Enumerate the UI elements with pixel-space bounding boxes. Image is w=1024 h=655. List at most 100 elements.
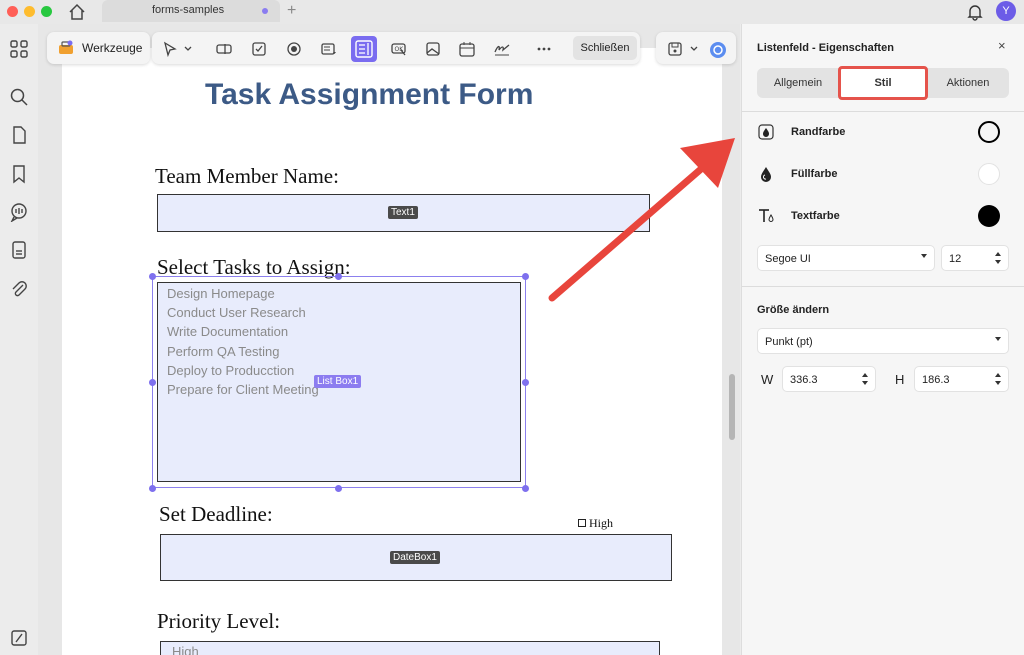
height-stepper[interactable]: 186.3	[914, 366, 1009, 392]
date-field-tool-icon[interactable]	[456, 38, 478, 60]
resize-handle-bottom-right[interactable]	[522, 485, 529, 492]
resize-handle-top-right[interactable]	[522, 273, 529, 280]
priority-dropdown-field[interactable]	[160, 641, 660, 655]
text-color-label: Textfarbe	[791, 210, 840, 222]
chevron-down-icon[interactable]	[180, 38, 194, 60]
text1-tag: Text1	[388, 206, 418, 219]
font-size-stepper[interactable]: 12	[941, 245, 1009, 271]
maximize-window-button[interactable]	[41, 6, 52, 17]
close-form-editing-button[interactable]: Schließen	[573, 36, 637, 60]
toolbox-icon	[57, 39, 75, 57]
resize-handle-top[interactable]	[335, 273, 342, 280]
deadline-label: Set Deadline:	[159, 502, 273, 526]
stepper-down-icon[interactable]	[862, 381, 868, 385]
text-color-row: Textfarbe	[757, 205, 1012, 229]
border-color-row: Randfarbe	[757, 121, 1012, 145]
fill-color-swatch[interactable]	[978, 163, 1000, 185]
button-tool-icon[interactable]: OK	[388, 38, 410, 60]
save-chevron-down-icon[interactable]	[686, 38, 698, 60]
new-tab-button[interactable]: +	[287, 2, 296, 20]
tab-general[interactable]: Allgemein	[757, 68, 839, 98]
panel-title: Listenfeld - Eigenschaften	[757, 42, 894, 54]
list-item[interactable]: Design Homepage	[167, 286, 275, 301]
resize-handle-top-left[interactable]	[149, 273, 156, 280]
priority-level-label: Priority Level:	[157, 609, 281, 633]
border-color-swatch[interactable]	[978, 121, 1000, 143]
tools-button[interactable]: Werkzeuge	[47, 32, 150, 64]
thumbnails-grid-icon[interactable]	[9, 39, 29, 59]
more-options-icon[interactable]	[533, 38, 555, 60]
resize-handle-left[interactable]	[149, 379, 156, 386]
team-member-label: Team Member Name:	[155, 164, 339, 188]
high-checkbox-label: High	[589, 516, 613, 530]
font-size-value: 12	[949, 253, 962, 265]
ai-assistant-icon[interactable]	[706, 38, 728, 60]
close-window-button[interactable]	[7, 6, 18, 17]
red-arrow-annotation	[548, 138, 735, 302]
list-item[interactable]: Write Documentation	[167, 324, 288, 339]
page-icon[interactable]	[9, 125, 29, 145]
document-scrollbar[interactable]	[729, 374, 735, 440]
attachment-icon[interactable]	[9, 279, 29, 299]
form-title: Task Assignment Form	[205, 78, 534, 111]
home-icon[interactable]	[66, 1, 88, 23]
border-color-icon	[757, 123, 775, 141]
height-label: H	[895, 372, 905, 387]
list-item[interactable]: Deploy to Producction	[167, 363, 294, 378]
form-fields-icon[interactable]	[9, 240, 29, 260]
list-item[interactable]: Prepare for Client Meeting	[167, 382, 319, 397]
search-icon[interactable]	[9, 87, 29, 107]
stepper-down-icon[interactable]	[995, 381, 1001, 385]
fill-color-icon	[757, 165, 775, 183]
image-field-tool-icon[interactable]	[422, 38, 444, 60]
list-item[interactable]: Conduct User Research	[167, 305, 306, 320]
tab-actions[interactable]: Aktionen	[927, 68, 1009, 98]
unsaved-dot-icon	[262, 8, 268, 14]
unit-select[interactable]: Punkt (pt)	[757, 328, 1009, 354]
tab-style[interactable]: Stil	[838, 66, 928, 100]
select-pointer-icon[interactable]	[159, 38, 181, 60]
notification-bell-icon[interactable]	[965, 2, 985, 22]
text-color-icon	[757, 207, 775, 225]
document-tab[interactable]: forms-samples	[102, 0, 280, 22]
user-avatar[interactable]: Y	[996, 1, 1016, 21]
border-color-label: Randfarbe	[791, 126, 846, 138]
fill-color-label: Füllfarbe	[791, 168, 838, 180]
stepper-up-icon[interactable]	[995, 373, 1001, 377]
high-checkbox[interactable]: High	[578, 516, 613, 531]
properties-panel: Listenfeld - Eigenschaften × Allgemein S…	[741, 24, 1024, 655]
priority-value: High	[172, 644, 199, 655]
list-box-tool-icon[interactable]	[351, 36, 377, 62]
sidebar-settings-icon[interactable]	[9, 628, 29, 648]
save-icon[interactable]	[664, 38, 686, 60]
text-field-tool-icon[interactable]	[213, 38, 235, 60]
form-toolbar: OK Schließen	[152, 32, 640, 64]
resize-handle-right[interactable]	[522, 379, 529, 386]
right-toolbar	[656, 32, 736, 64]
stepper-down-icon[interactable]	[995, 260, 1001, 264]
checkbox-square-icon[interactable]	[578, 519, 586, 527]
stepper-up-icon[interactable]	[995, 252, 1001, 256]
resize-handle-bottom[interactable]	[335, 485, 342, 492]
close-panel-icon[interactable]: ×	[998, 38, 1006, 53]
window-titlebar: forms-samples + Y	[0, 0, 1024, 24]
comment-icon[interactable]	[9, 202, 29, 223]
font-family-value: Segoe UI	[765, 253, 811, 265]
font-family-select[interactable]: Segoe UI	[757, 245, 935, 271]
chevron-down-icon	[921, 254, 927, 258]
minimize-window-button[interactable]	[24, 6, 35, 17]
stepper-up-icon[interactable]	[862, 373, 868, 377]
datebox1-tag: DateBox1	[390, 551, 440, 564]
height-value: 186.3	[922, 374, 950, 386]
unit-value: Punkt (pt)	[765, 336, 813, 348]
resize-handle-bottom-left[interactable]	[149, 485, 156, 492]
radio-button-tool-icon[interactable]	[283, 38, 305, 60]
text-color-swatch[interactable]	[978, 205, 1000, 227]
combo-box-tool-icon[interactable]	[318, 38, 340, 60]
checkbox-tool-icon[interactable]	[248, 38, 270, 60]
list-item[interactable]: Perform QA Testing	[167, 344, 279, 359]
width-value: 336.3	[790, 374, 818, 386]
bookmark-icon[interactable]	[9, 164, 29, 184]
signature-tool-icon[interactable]	[491, 38, 513, 60]
width-stepper[interactable]: 336.3	[782, 366, 876, 392]
